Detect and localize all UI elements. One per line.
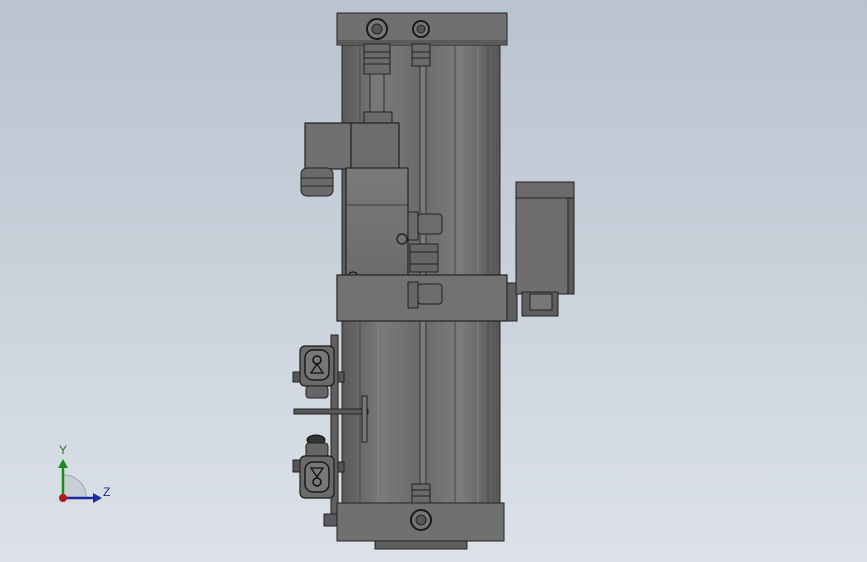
side-sensor-box (515, 181, 575, 317)
top-end-cap (336, 12, 508, 46)
cad-model[interactable] (0, 0, 867, 562)
coordinate-triad (58, 459, 102, 503)
z-axis-label: Z (103, 485, 111, 499)
bottom-end-cap (323, 502, 505, 550)
mounting-block (336, 274, 518, 322)
cad-viewport[interactable]: Y Z (0, 0, 867, 562)
origin-point (59, 494, 67, 502)
y-axis-label: Y (59, 443, 68, 457)
